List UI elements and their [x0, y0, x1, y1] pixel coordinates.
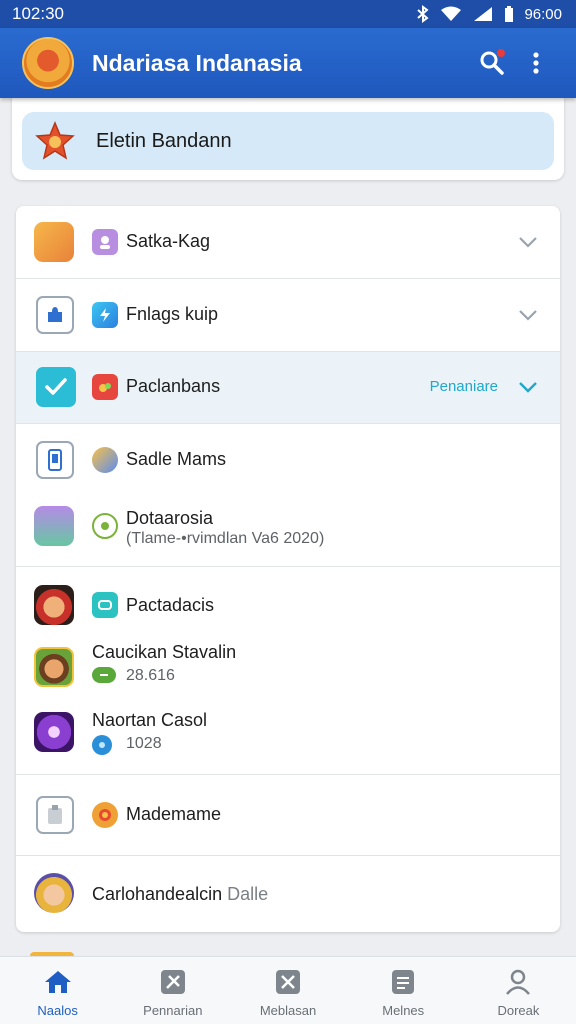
list-item-label: Fnlags kuip: [126, 304, 219, 324]
list-item-satka[interactable]: Satka-Kag: [16, 206, 560, 278]
list-item-label: Sadle Mams: [126, 449, 227, 469]
bluetooth-icon: [417, 5, 430, 23]
checkbox-checked-icon[interactable]: [36, 367, 76, 407]
status-bar: 102:30 96:00: [0, 0, 576, 28]
nav-label: Naalos: [37, 1003, 78, 1018]
battery-icon: [505, 6, 514, 22]
list-item-title: Naortan Casol: [92, 710, 208, 730]
nav-label: Meblasan: [259, 1003, 317, 1018]
featured-label: Eletin Bandann: [96, 129, 232, 152]
orb-icon: [92, 447, 118, 473]
chevron-down-icon[interactable]: [516, 375, 540, 399]
phone-icon: [36, 441, 74, 479]
app-logo: [22, 37, 74, 89]
hero-app-icon: [34, 585, 74, 625]
close-box-icon: [273, 967, 303, 997]
nav-label: Melnes: [382, 1003, 425, 1018]
chevron-down-icon[interactable]: [516, 230, 540, 254]
game-badge-icon: [92, 374, 118, 400]
home-icon: [43, 967, 73, 997]
notification-dot: [497, 49, 505, 57]
puzzle-icon: [36, 296, 74, 334]
face-icon: [92, 513, 118, 539]
list-item-carlohandealcin[interactable]: Carlohandealcin Dalle: [16, 856, 560, 932]
toggle-icon: [92, 667, 116, 683]
list-item-dotaarosia[interactable]: Dotaarosia (Tlame-•rvimdlan Va6 2020): [16, 496, 560, 566]
list-item-label: Mademame: [126, 804, 222, 824]
nav-item-close-box[interactable]: Meblasan: [230, 957, 345, 1024]
avatar-icon: [92, 229, 118, 255]
more-button[interactable]: [514, 41, 558, 85]
status-clock-right: 96:00: [524, 5, 562, 23]
nav-item-document[interactable]: Melnes: [346, 957, 461, 1024]
globe-icon: [92, 735, 112, 755]
mage-app-icon: [34, 712, 74, 752]
smile-badge-icon: [92, 802, 118, 828]
tools-icon: [158, 967, 188, 997]
nav-label: Pennarian: [143, 1003, 203, 1018]
warrior-app-icon: [34, 647, 74, 687]
document-icon: [388, 967, 418, 997]
list-item-value: 28.616: [126, 667, 175, 684]
list-item-label: Pactadacis: [126, 595, 215, 615]
list-item-naortan[interactable]: Naortan Casol 1028: [16, 702, 560, 774]
character-app-icon: [34, 506, 74, 546]
list-item-fnlags[interactable]: Fnlags kuip: [16, 279, 560, 351]
list-item-title: Dotaarosia: [126, 508, 214, 528]
person-icon: [503, 967, 533, 997]
list-item-pactadacis[interactable]: Pactadacis: [16, 567, 560, 643]
list-item-sadle-mams[interactable]: Sadle Mams: [16, 424, 560, 496]
user-avatar-icon: [34, 873, 74, 913]
featured-item[interactable]: Eletin Bandann: [22, 112, 554, 170]
list-item-subtitle: (Tlame-•rvimdlan Va6 2020): [126, 530, 325, 547]
tag-icon: [92, 592, 118, 618]
list-item-paclanbans[interactable]: Paclanbans Penaniare: [16, 352, 560, 423]
list-item-label: Satka-Kag: [126, 231, 211, 251]
signal-icon: [474, 7, 493, 21]
status-badge: Penaniare: [429, 378, 498, 395]
wifi-icon: [441, 6, 462, 21]
list-item-caucikan[interactable]: Caucikan Stavalin 28.616: [16, 634, 560, 702]
system-icons: 96:00: [416, 5, 562, 23]
list-item-label: Carlohandealcin Dalle: [92, 884, 268, 905]
more-vert-icon: [533, 52, 539, 74]
bottom-navigation: Naalos Pennarian Meblasan Melnes Doreak: [0, 956, 576, 1024]
list-item-title: Caucikan Stavalin: [92, 642, 237, 662]
app-bar: Ndariasa Indanasia: [0, 28, 576, 98]
nav-item-home[interactable]: Naalos: [0, 957, 115, 1024]
spark-icon: [92, 302, 118, 328]
list-item-label-main: Carlohandealcin: [92, 884, 223, 904]
list-item-label: Paclanbans: [126, 376, 221, 396]
search-button[interactable]: [470, 41, 514, 85]
featured-card: Eletin Bandann: [12, 92, 564, 180]
menu-list: Satka-Kag Fnlags kuip Paclanbans Penania…: [16, 206, 560, 932]
star-badge-icon: [35, 121, 75, 160]
status-time: 102:30: [12, 4, 64, 23]
document-stack-icon: [36, 796, 74, 834]
chevron-down-icon[interactable]: [516, 303, 540, 327]
nav-label: Doreak: [497, 1003, 540, 1018]
list-item-value: 1028: [126, 735, 162, 752]
list-item-mademame[interactable]: Mademame: [16, 775, 560, 855]
list-item-label-suffix: Dalle: [227, 884, 269, 904]
game-app-icon: [34, 222, 74, 262]
nav-item-profile[interactable]: Doreak: [461, 957, 576, 1024]
app-title: Ndariasa Indanasia: [92, 49, 302, 76]
nav-item-tools[interactable]: Pennarian: [115, 957, 230, 1024]
